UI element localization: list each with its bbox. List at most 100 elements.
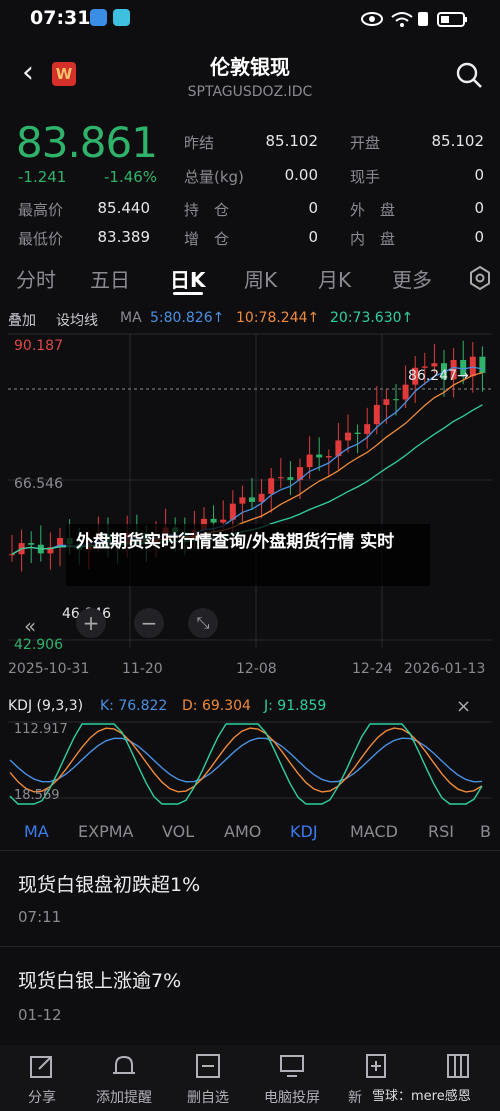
add-alert-button[interactable]: 添加提醒 bbox=[88, 1053, 160, 1107]
more-button[interactable] bbox=[422, 1053, 494, 1083]
candle-body bbox=[28, 543, 35, 545]
kdj-j: J: 91.859 bbox=[264, 698, 327, 714]
tab-weekly-k[interactable]: 周K bbox=[244, 264, 277, 293]
set-ma-button[interactable]: 设均线 bbox=[56, 310, 98, 330]
grid-icon bbox=[447, 1054, 469, 1078]
overlay-button[interactable]: 叠加 bbox=[8, 310, 36, 330]
candle-body bbox=[383, 399, 390, 405]
ind-ma[interactable]: MA bbox=[24, 822, 49, 841]
indicator-tabs: MA EXPMA VOL AMO KDJ MACD RSI B bbox=[0, 814, 500, 850]
plus-doc-icon bbox=[366, 1054, 386, 1078]
x-tick: 2026-01-13 bbox=[404, 661, 486, 677]
candle-body bbox=[306, 454, 313, 468]
add-alert-label: 添加提醒 bbox=[96, 1090, 152, 1106]
news-time: 07:11 bbox=[18, 908, 62, 926]
ma10-value: 10:78.244↑ bbox=[236, 310, 320, 326]
stat-label: 最高价 bbox=[18, 201, 64, 219]
ind-expma[interactable]: EXPMA bbox=[78, 822, 133, 841]
search-icon[interactable] bbox=[456, 62, 482, 88]
candle-body bbox=[354, 432, 361, 434]
share-label: 分享 bbox=[28, 1090, 56, 1106]
x-tick: 2025-10-31 bbox=[8, 661, 90, 677]
tab-five-day[interactable]: 五日 bbox=[90, 264, 130, 293]
scroll-left-icon[interactable]: « bbox=[24, 614, 36, 638]
stat-label: 最低价 bbox=[18, 230, 64, 248]
tab-indicator bbox=[173, 292, 203, 295]
y-tick-low: 42.906 bbox=[14, 637, 63, 653]
candle-body bbox=[316, 454, 323, 458]
stat-label: 外 盘 bbox=[350, 201, 396, 219]
ma-label: MA bbox=[120, 310, 142, 326]
y-tick-mid: 66.546 bbox=[14, 476, 63, 492]
watermark: 雪球：mere感恩 bbox=[372, 1089, 471, 1104]
stat-value: 0 bbox=[474, 166, 484, 184]
stat-value: 0.00 bbox=[284, 166, 318, 184]
stat-label: 内 盘 bbox=[350, 230, 396, 248]
stat-label: 总量(kg) bbox=[184, 168, 244, 186]
stat-value: 0 bbox=[474, 199, 484, 217]
stat-value: 83.389 bbox=[97, 228, 151, 246]
tab-monthly-k[interactable]: 月K bbox=[318, 264, 351, 293]
candle-body bbox=[431, 363, 438, 367]
kdj-d: D: 69.304 bbox=[182, 698, 251, 714]
news-title[interactable]: 现货白银上涨逾7% bbox=[18, 966, 181, 993]
settings-icon[interactable] bbox=[468, 266, 492, 290]
divider bbox=[0, 850, 500, 851]
ind-b[interactable]: B bbox=[480, 822, 491, 841]
candle-body bbox=[479, 356, 486, 373]
zoom-in-icon[interactable]: + bbox=[76, 608, 106, 638]
remove-watchlist-label: 删自选 bbox=[187, 1090, 229, 1106]
status-icons bbox=[361, 12, 467, 27]
stat-value: 85.440 bbox=[97, 199, 151, 217]
bell-icon bbox=[113, 1055, 135, 1074]
kdj-bottom: 18.569 bbox=[14, 788, 60, 803]
remove-icon bbox=[196, 1054, 220, 1078]
ind-rsi[interactable]: RSI bbox=[428, 822, 454, 841]
status-bar: 07:31 bbox=[0, 0, 500, 36]
share-button[interactable]: 分享 bbox=[6, 1053, 78, 1107]
tab-more[interactable]: 更多 bbox=[392, 264, 432, 293]
tab-daily-k[interactable]: 日K bbox=[170, 264, 206, 293]
candle-body bbox=[239, 497, 246, 504]
ind-vol[interactable]: VOL bbox=[162, 822, 194, 841]
ind-macd[interactable]: MACD bbox=[350, 822, 398, 841]
candle-body bbox=[220, 519, 227, 523]
stat-label: 现手 bbox=[350, 168, 381, 186]
candle-body bbox=[393, 399, 399, 401]
stat-value: 0 bbox=[308, 199, 318, 217]
screen-cast-button[interactable]: 电脑投屏 bbox=[256, 1053, 328, 1107]
candle-body bbox=[373, 404, 380, 425]
kdj-k: K: 76.822 bbox=[100, 698, 168, 714]
header: ‹ W 伦敦银现 SPTAGUSDOZ.IDC bbox=[0, 36, 500, 108]
weather-icon bbox=[90, 9, 107, 26]
ind-amo[interactable]: AMO bbox=[224, 822, 261, 841]
screen-cast-label: 电脑投屏 bbox=[264, 1090, 320, 1106]
kdj-line bbox=[9, 737, 483, 783]
stat-label: 增 仓 bbox=[184, 230, 230, 248]
candle-body bbox=[268, 478, 275, 494]
status-time: 07:31 bbox=[30, 7, 91, 29]
kdj-title: KDJ (9,3,3) bbox=[8, 698, 84, 714]
tab-intraday[interactable]: 分时 bbox=[16, 264, 56, 293]
kdj-line bbox=[9, 723, 483, 805]
close-icon[interactable]: × bbox=[456, 696, 471, 717]
zoom-out-icon[interactable]: − bbox=[134, 608, 164, 638]
kdj-chart[interactable] bbox=[0, 718, 500, 808]
y-tick-high: 90.187 bbox=[14, 338, 63, 354]
ma5-value: 5:80.826↑ bbox=[150, 310, 225, 326]
remove-watchlist-button[interactable]: 删自选 bbox=[172, 1053, 244, 1107]
fullscreen-icon[interactable]: ⤡ bbox=[188, 608, 218, 638]
candle-body bbox=[277, 477, 284, 479]
candle-body bbox=[249, 497, 255, 502]
ind-kdj[interactable]: KDJ bbox=[290, 822, 318, 841]
last-price-label: 86.247→ bbox=[408, 368, 469, 384]
stat-value: 85.102 bbox=[431, 132, 485, 150]
period-tabs: 分时 五日 日K 周K 月K 更多 bbox=[0, 256, 500, 300]
x-tick: 12-08 bbox=[236, 661, 277, 677]
candle-body bbox=[345, 432, 351, 441]
news-title[interactable]: 现货白银盘初跌超1% bbox=[18, 870, 200, 897]
share-icon bbox=[30, 1056, 52, 1078]
stat-label: 持 仓 bbox=[184, 201, 230, 219]
x-tick: 11-20 bbox=[122, 661, 163, 677]
price-change: -1.241 bbox=[18, 168, 67, 186]
